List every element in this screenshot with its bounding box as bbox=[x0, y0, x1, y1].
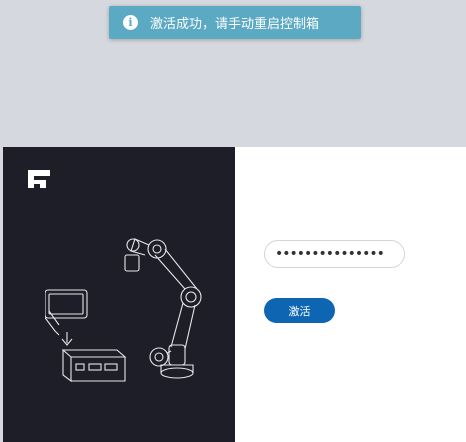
info-icon: i bbox=[123, 15, 138, 30]
password-input[interactable] bbox=[264, 240, 405, 268]
activation-panel: 激活 bbox=[3, 147, 466, 442]
notification-toast: i 激活成功，请手动重启控制箱 bbox=[109, 6, 361, 39]
illustration-panel bbox=[3, 147, 235, 442]
activate-button[interactable]: 激活 bbox=[264, 298, 335, 323]
brand-logo-icon bbox=[22, 164, 56, 192]
form-panel: 激活 bbox=[235, 147, 466, 442]
toast-message: 激活成功，请手动重启控制箱 bbox=[150, 16, 320, 31]
robot-arm-illustration bbox=[45, 238, 202, 383]
